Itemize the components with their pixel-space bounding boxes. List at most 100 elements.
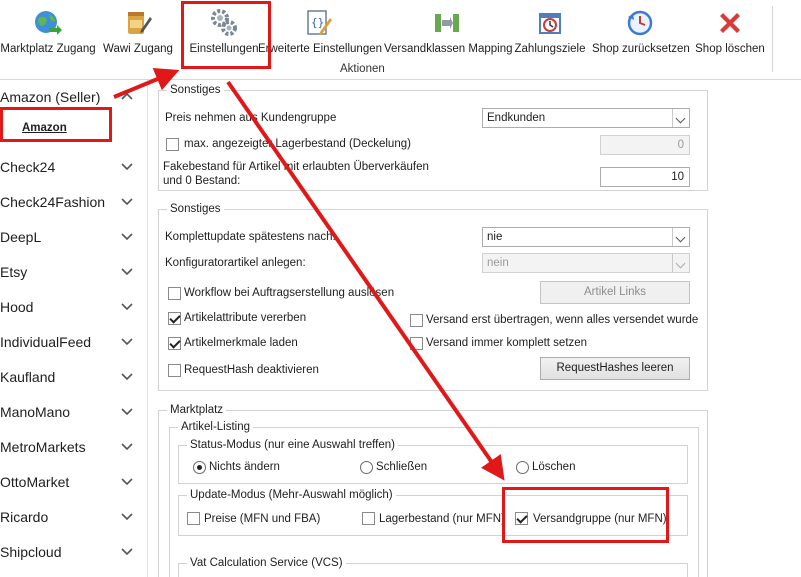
preise-label: Preise (MFN und FBA) bbox=[204, 513, 321, 525]
chevron-down-icon bbox=[121, 513, 133, 521]
chevron-down-icon bbox=[121, 548, 133, 556]
sidebar-item-ottomarket[interactable]: OttoMarket bbox=[0, 465, 146, 500]
fakebestand-input[interactable]: 10 bbox=[600, 167, 690, 187]
artikel-links-button[interactable]: Artikel Links bbox=[540, 281, 690, 304]
versandklassen-mapping-button[interactable]: Versandklassen Mapping bbox=[384, 4, 513, 60]
konfiguratorartikel-select[interactable]: nein bbox=[482, 253, 690, 273]
erweiterte-einstellungen-button[interactable]: {} Erweiterte Einstellungen bbox=[258, 4, 383, 60]
lagerbestand-checkbox[interactable] bbox=[362, 512, 375, 525]
versandklassen-mapping-label: Versandklassen Mapping bbox=[384, 43, 513, 55]
wawi-zugang-button[interactable]: Wawi Zugang bbox=[100, 4, 176, 60]
lagerbestand-label: Lagerbestand (nur MFN) bbox=[379, 513, 505, 525]
erweiterte-einstellungen-label: Erweiterte Einstellungen bbox=[258, 43, 383, 55]
marketplace-sidebar: Amazon (Seller) Amazon Check24 Check24Fa… bbox=[0, 80, 148, 577]
dropdown-arrow-icon[interactable] bbox=[672, 254, 689, 272]
kundengruppe-select[interactable]: Endkunden bbox=[482, 108, 690, 128]
sidebar-item-hood[interactable]: Hood bbox=[0, 290, 146, 325]
komplettupdate-select[interactable]: nie bbox=[482, 227, 690, 247]
sidebar-item-label: Hood bbox=[0, 299, 34, 315]
artikelattribute-label: Artikelattribute vererben bbox=[184, 312, 307, 324]
sidebar-item-label: MetroMarkets bbox=[0, 439, 86, 455]
sidebar-item-metromarkets[interactable]: MetroMarkets bbox=[0, 430, 146, 465]
dropdown-arrow-icon[interactable] bbox=[672, 228, 689, 246]
chevron-down-icon bbox=[121, 408, 133, 416]
zahlungsziele-button[interactable]: Zahlungsziele bbox=[514, 4, 586, 60]
versand-erst-label: Versand erst übertragen, wenn alles vers… bbox=[426, 314, 699, 326]
konfiguratorartikel-label: Konfiguratorartikel anlegen: bbox=[165, 257, 306, 269]
shop-zuruecksetzen-label: Shop zurücksetzen bbox=[592, 43, 690, 55]
sidebar-item-label: Shipcloud bbox=[0, 544, 62, 560]
group-title: Update-Modus (Mehr-Auswahl möglich) bbox=[187, 488, 396, 502]
artikelmerkmale-checkbox[interactable] bbox=[168, 337, 181, 350]
chevron-down-icon bbox=[121, 163, 133, 171]
sidebar-item-label: Check24 bbox=[0, 159, 56, 175]
sidebar-item-ricardo[interactable]: Ricardo bbox=[0, 500, 146, 535]
shop-zuruecksetzen-button[interactable]: Shop zurücksetzen bbox=[592, 4, 690, 60]
aktionen-group-label: Aktionen bbox=[340, 63, 385, 75]
chevron-down-icon bbox=[121, 478, 133, 486]
chevron-down-icon bbox=[121, 233, 133, 241]
sonstiges-group-2: Sonstiges Komplettupdate spätestens nach… bbox=[158, 202, 708, 391]
annotation-box-amazon bbox=[0, 107, 112, 142]
artikelattribute-checkbox[interactable] bbox=[168, 312, 181, 325]
wawi-zugang-label: Wawi Zugang bbox=[103, 43, 173, 55]
code-edit-icon: {} bbox=[307, 10, 332, 35]
komplettupdate-value: nie bbox=[487, 231, 503, 243]
chevron-down-icon bbox=[121, 268, 133, 276]
loeschen-label: Löschen bbox=[532, 461, 576, 473]
nichts-aendern-label: Nichts ändern bbox=[209, 461, 280, 473]
annotation-box-einstellungen bbox=[181, 1, 271, 69]
shop-loeschen-label: Shop löschen bbox=[695, 43, 765, 55]
workflow-checkbox[interactable] bbox=[168, 287, 181, 300]
max-lagerbestand-checkbox[interactable] bbox=[166, 138, 179, 151]
ribbon-toolbar: Marktplatz Zugang Wawi Zugang Einstellun… bbox=[0, 0, 801, 80]
annotation-box-versandgruppe bbox=[502, 487, 669, 543]
sidebar-item-label: IndividualFeed bbox=[0, 334, 92, 350]
red-x-icon bbox=[720, 13, 740, 33]
sidebar-item-label: Check24Fashion bbox=[0, 194, 106, 210]
sidebar-item-label: Etsy bbox=[0, 264, 28, 280]
schliessen-label: Schließen bbox=[376, 461, 428, 473]
sidebar-item-deepl[interactable]: DeepL bbox=[0, 220, 146, 255]
max-lagerbestand-label: max. angezeigter Lagerbestand (Deckelung… bbox=[184, 138, 411, 150]
sonstiges-group-1: Sonstiges Preis nehmen aus Kundengruppe … bbox=[158, 83, 708, 191]
sidebar-item-etsy[interactable]: Etsy bbox=[0, 255, 146, 290]
requesthash-label: RequestHash deaktivieren bbox=[184, 364, 319, 376]
group-title: Status-Modus (nur eine Auswahl treffen) bbox=[187, 438, 398, 452]
mapping-arrows-icon bbox=[435, 14, 459, 32]
shop-loeschen-button[interactable]: Shop löschen bbox=[694, 4, 766, 60]
group-title: Marktplatz bbox=[167, 403, 227, 417]
chevron-down-icon bbox=[121, 198, 133, 206]
globe-arrow-icon bbox=[35, 11, 62, 35]
marktplatz-zugang-button[interactable]: Marktplatz Zugang bbox=[0, 4, 96, 60]
svg-text:{}: {} bbox=[311, 16, 324, 29]
sidebar-item-check24[interactable]: Check24 bbox=[0, 150, 146, 185]
chevron-down-icon bbox=[121, 303, 133, 311]
vcs-group: Vat Calculation Service (VCS) bbox=[178, 556, 688, 577]
sidebar-item-check24fashion[interactable]: Check24Fashion bbox=[0, 185, 146, 220]
sidebar-item-manomano[interactable]: ManoMano bbox=[0, 395, 146, 430]
sidebar-item-label: ManoMano bbox=[0, 404, 71, 420]
max-lagerbestand-input[interactable]: 0 bbox=[600, 135, 690, 155]
versand-erst-checkbox[interactable] bbox=[410, 314, 423, 327]
konfiguratorartikel-value: nein bbox=[487, 257, 509, 269]
requesthashes-leeren-button[interactable]: RequestHashes leeren bbox=[540, 357, 690, 380]
dropdown-arrow-icon[interactable] bbox=[672, 109, 689, 127]
requesthash-checkbox[interactable] bbox=[168, 364, 181, 377]
sidebar-item-shipcloud[interactable]: Shipcloud bbox=[0, 535, 146, 570]
sidebar-item-individualfeed[interactable]: IndividualFeed bbox=[0, 325, 146, 360]
versand-immer-checkbox[interactable] bbox=[410, 337, 423, 350]
preise-checkbox[interactable] bbox=[187, 512, 200, 525]
status-modus-group: Status-Modus (nur eine Auswahl treffen) … bbox=[178, 438, 688, 484]
sidebar-item-label: OttoMarket bbox=[0, 474, 70, 490]
preis-kundengruppe-label: Preis nehmen aus Kundengruppe bbox=[165, 112, 337, 124]
schliessen-radio[interactable] bbox=[360, 461, 373, 474]
sidebar-item-kaufland[interactable]: Kaufland bbox=[0, 360, 146, 395]
group-title: Sonstiges bbox=[167, 202, 224, 216]
nichts-aendern-radio[interactable] bbox=[193, 461, 206, 474]
sidebar-item-label: DeepL bbox=[0, 229, 42, 245]
group-title: Artikel-Listing bbox=[178, 420, 254, 434]
marktplatz-zugang-label: Marktplatz Zugang bbox=[0, 43, 96, 55]
loeschen-radio[interactable] bbox=[516, 461, 529, 474]
fakebestand-label-line2: und 0 Bestand: bbox=[163, 175, 241, 187]
